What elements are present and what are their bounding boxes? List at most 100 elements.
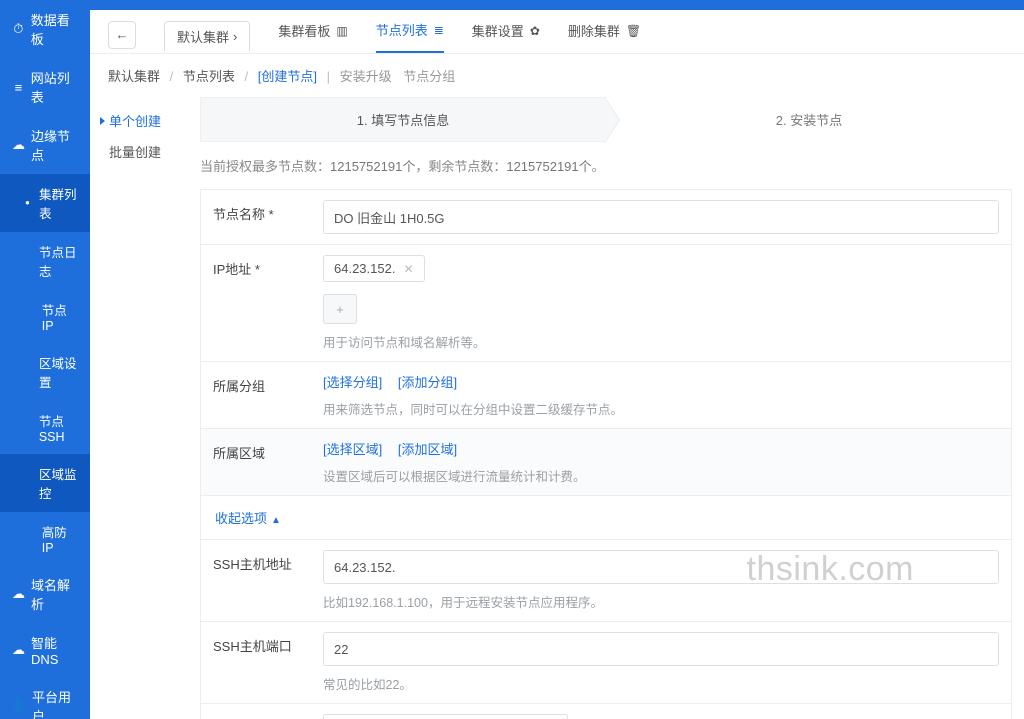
step-1: 1. 填写节点信息 bbox=[200, 97, 606, 142]
sidebar-label: 节点IP bbox=[42, 300, 78, 333]
tab-label: 集群设置 bbox=[472, 21, 524, 40]
ip-tag[interactable]: 64.23.152. ✕ bbox=[323, 255, 425, 282]
tabbar: ← 默认集群 › 集群看板 ▥ 节点列表 ≣ 集群设置 ✿ 删除集群 🗑 bbox=[90, 10, 1024, 54]
sidebar-label: 数据看板 bbox=[31, 10, 78, 48]
ssh-auth-tag[interactable]: DigitalOcean （私钥） （root） ✎ ✕ bbox=[323, 714, 568, 719]
tab-label: 节点列表 bbox=[376, 20, 428, 39]
cluster-dropdown[interactable]: 默认集群 › bbox=[164, 21, 250, 51]
input-ssh-host[interactable] bbox=[323, 550, 999, 584]
dashboard-icon: ⏱ bbox=[12, 21, 25, 37]
crumb-create-node[interactable]: [创建节点] bbox=[258, 69, 317, 84]
link-add-group[interactable]: [添加分组] bbox=[398, 375, 457, 390]
sidebar: ⏱ 数据看板 ≡ 网站列表 ☁边缘节点 •集群列表 节点日志 节点IP 区域设置 节… bbox=[0, 0, 90, 719]
sidebar-label: 智能DNS bbox=[31, 633, 78, 667]
row-region: 所属区域 [选择区域] [添加区域] 设置区域后可以根据区域进行流量统计和计费。 bbox=[200, 428, 1012, 496]
sidebar-item-regions[interactable]: 区域设置 bbox=[0, 343, 90, 401]
crumb-sep: | bbox=[327, 69, 330, 84]
gear-icon: ✿ bbox=[530, 24, 540, 38]
row-group: 所属分组 [选择分组] [添加分组] 用来筛选节点，同时可以在分组中设置二级缓存… bbox=[200, 361, 1012, 429]
row-ssh-host: SSH主机地址 比如192.168.1.100，用于远程安装节点应用程序。 bbox=[200, 539, 1012, 622]
sidebar-item-users[interactable]: 👤 平台用户 bbox=[0, 677, 90, 719]
sidebar-label: 域名解析 bbox=[31, 575, 78, 613]
link-select-group[interactable]: [选择分组] bbox=[323, 375, 382, 390]
crumb-sep: / bbox=[170, 69, 174, 84]
tab-cluster-settings[interactable]: 集群设置 ✿ bbox=[472, 16, 540, 53]
cluster-name: 默认集群 bbox=[177, 27, 229, 46]
board-icon: ▥ bbox=[336, 24, 347, 38]
bullet-icon: • bbox=[22, 196, 33, 210]
sidebar-label: 区域设置 bbox=[39, 353, 78, 391]
label-ip: IP地址 * bbox=[201, 245, 311, 361]
sidebar-item-dashboard[interactable]: ⏱ 数据看板 bbox=[0, 0, 90, 58]
input-node-name[interactable] bbox=[323, 200, 999, 234]
crumb-cluster[interactable]: 默认集群 bbox=[108, 69, 160, 84]
label-region: 所属区域 bbox=[201, 429, 311, 495]
back-button[interactable]: ← bbox=[108, 21, 136, 49]
tab-label: 集群看板 bbox=[278, 21, 330, 40]
hint-ssh-host: 比如192.168.1.100，用于远程安装节点应用程序。 bbox=[323, 592, 999, 611]
sidebar-label: 节点SSH bbox=[39, 411, 78, 444]
left-batch-create[interactable]: 批量创建 bbox=[96, 136, 200, 167]
label-group: 所属分组 bbox=[201, 362, 311, 428]
tab-label: 删除集群 bbox=[568, 21, 620, 40]
left-nav: 单个创建 批量创建 bbox=[90, 97, 200, 719]
close-icon[interactable]: ✕ bbox=[403, 262, 413, 276]
cloud-icon: ☁ bbox=[12, 642, 25, 658]
quota-text: 当前授权最多节点数：1215752191个，剩余节点数：1215752191个。 bbox=[200, 156, 1012, 175]
crumb-group[interactable]: 节点分组 bbox=[403, 69, 455, 84]
sidebar-item-nodeip[interactable]: 节点IP bbox=[0, 290, 90, 343]
ip-value: 64.23.152. bbox=[334, 261, 395, 276]
link-select-region[interactable]: [选择区域] bbox=[323, 442, 382, 457]
chevron-right-icon: › bbox=[233, 29, 237, 44]
cloud-icon: ☁ bbox=[12, 137, 25, 153]
tab-delete-cluster[interactable]: 删除集群 🗑 bbox=[568, 16, 641, 53]
label-ssh-auth: SSH登录认证 bbox=[201, 704, 311, 719]
label-node-name: 节点名称 * bbox=[201, 190, 311, 244]
sidebar-item-dns[interactable]: ☁ 域名解析 bbox=[0, 565, 90, 623]
label-ssh-host: SSH主机地址 bbox=[201, 540, 311, 621]
link-add-region[interactable]: [添加区域] bbox=[398, 442, 457, 457]
sidebar-item-highip[interactable]: 高防IP bbox=[0, 512, 90, 565]
sidebar-label: 高防IP bbox=[42, 522, 78, 555]
left-single-create[interactable]: 单个创建 bbox=[96, 105, 200, 136]
sidebar-item-clusters[interactable]: •集群列表 bbox=[0, 174, 90, 232]
input-ssh-port[interactable] bbox=[323, 632, 999, 666]
list-icon: ≣ bbox=[434, 23, 444, 37]
cloud-icon: ☁ bbox=[12, 586, 25, 602]
sidebar-item-smartdns[interactable]: ☁ 智能DNS bbox=[0, 623, 90, 677]
sidebar-item-nodessh[interactable]: 节点SSH bbox=[0, 401, 90, 454]
crumb-nodelist[interactable]: 节点列表 bbox=[183, 69, 235, 84]
left-label: 批量创建 bbox=[109, 142, 161, 161]
step-2: 2. 安装节点 bbox=[606, 97, 1012, 142]
tab-node-list[interactable]: 节点列表 ≣ bbox=[376, 16, 444, 53]
form-area: 1. 填写节点信息 2. 安装节点 当前授权最多节点数：1215752191个，… bbox=[200, 97, 1024, 719]
hint-ssh-port: 常见的比如22。 bbox=[323, 674, 999, 693]
trash-icon: 🗑 bbox=[626, 24, 641, 38]
row-ssh-port: SSH主机端口 常见的比如22。 bbox=[200, 621, 1012, 704]
sidebar-item-sites[interactable]: ≡ 网站列表 bbox=[0, 58, 90, 116]
sidebar-item-nodelogs[interactable]: 节点日志 bbox=[0, 232, 90, 290]
topbar bbox=[90, 0, 1024, 10]
hint-region: 设置区域后可以根据区域进行流量统计和计费。 bbox=[323, 466, 999, 485]
collapse-toggle[interactable]: 收起选项▲ bbox=[200, 495, 1012, 540]
row-ssh-auth: SSH登录认证 DigitalOcean （私钥） （root） ✎ ✕ bbox=[200, 703, 1012, 719]
crumb-sep: / bbox=[245, 69, 249, 84]
sidebar-label: 网站列表 bbox=[31, 68, 78, 106]
sidebar-item-regionmonitor[interactable]: 区域监控 bbox=[0, 454, 90, 512]
sidebar-label: 平台用户 bbox=[32, 687, 78, 719]
breadcrumb: 默认集群 / 节点列表 / [创建节点] | 安装升级 节点分组 bbox=[90, 54, 1024, 97]
triangle-icon bbox=[100, 117, 105, 125]
hint-ip: 用于访问节点和域名解析等。 bbox=[323, 332, 999, 351]
tab-cluster-dashboard[interactable]: 集群看板 ▥ bbox=[278, 16, 347, 53]
crumb-install[interactable]: 安装升级 bbox=[340, 69, 392, 84]
user-icon: 👤 bbox=[12, 698, 26, 714]
label-ssh-port: SSH主机端口 bbox=[201, 622, 311, 703]
hint-group: 用来筛选节点，同时可以在分组中设置二级缓存节点。 bbox=[323, 399, 999, 418]
sidebar-item-edge[interactable]: ☁边缘节点 bbox=[0, 116, 90, 174]
collapse-label: 收起选项 bbox=[215, 511, 267, 526]
add-ip-button[interactable]: + bbox=[323, 294, 357, 324]
sidebar-label: 节点日志 bbox=[39, 242, 78, 280]
row-ip: IP地址 * 64.23.152. ✕ + 用于访问节点和域名解析等。 bbox=[200, 244, 1012, 362]
list-icon: ≡ bbox=[12, 80, 25, 95]
left-label: 单个创建 bbox=[109, 111, 161, 130]
